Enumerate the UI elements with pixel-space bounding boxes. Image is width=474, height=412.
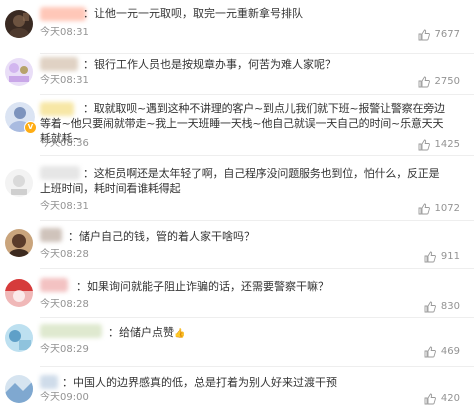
comment-text: ：如果询问就能子阻止诈骗的话，还需要警察干嘛？ [76,280,329,293]
comment-item: ：中国人的边界感真的低，总是打着为别人好来过渡干预 今天09:00 420 [0,372,474,412]
like-count: 1072 [434,203,460,214]
comment-item: ：这柜员啊还是太年轻了啊，自己程序没问题服务也到位，怕什么，反正是上班时间，耗时… [0,163,474,222]
comment-time: 今天08:36 [40,138,89,149]
avatar[interactable]: V [5,102,37,134]
comment-time: 今天08:28 [40,249,89,260]
comment-feed: ：让他一元一元取呗，取完一元重新拿号排队 今天08:31 7677 ：银行工作人… [0,0,474,412]
avatar[interactable] [5,324,33,352]
comment-item: ：储户自己的钱，管的着人家干啥吗？ 今天08:28 911 [0,225,474,269]
avatar[interactable] [5,279,33,307]
avatar[interactable] [5,169,33,197]
like-button[interactable]: 7677 [418,29,460,41]
like-count: 2750 [434,76,460,87]
thumbs-up-icon [424,301,436,313]
avatar-image [5,324,33,352]
like-button[interactable]: 2750 [418,76,460,88]
avatar-image [5,10,33,38]
avatar-image [5,279,33,307]
like-count: 830 [440,301,460,312]
comment-text-row: ：给储户点赞👍 [40,325,460,342]
comment-time: 今天08:29 [40,344,89,355]
comment-time: 今天09:00 [40,392,89,403]
like-count: 911 [440,251,460,262]
avatar[interactable] [5,375,33,403]
comment-text: ：这柜员啊还是太年轻了啊，自己程序没问题服务也到位，怕什么，反正是上班时间，耗时… [40,167,440,195]
like-count: 1425 [434,139,460,150]
comment-item: ：如果询问就能子阻止诈骗的话，还需要警察干嘛？ 今天08:28 830 [0,275,474,318]
thumbs-up-icon [424,346,436,358]
like-button[interactable]: 1425 [418,139,460,151]
divider [40,268,474,269]
avatar-image [5,229,33,257]
like-button[interactable]: 469 [424,346,460,358]
comment-item: ：银行工作人员也是按规章办事，何苦为难人家呢？ 今天08:31 2750 [0,54,474,95]
thumbs-up-icon [424,393,436,405]
like-button[interactable]: 420 [424,393,460,405]
avatar[interactable] [5,58,33,86]
avatar-image [5,58,33,86]
avatar-image [5,375,33,403]
comment-time: 今天08:31 [40,75,89,86]
comment-text: ：给储户点赞 [108,326,174,339]
like-button[interactable]: 911 [424,251,460,263]
thumbs-up-emoji-icon: 👍 [174,329,186,339]
avatar[interactable] [5,229,33,257]
thumbs-up-icon [418,139,430,151]
comment-text: ：银行工作人员也是按规章办事，何苦为难人家呢？ [83,58,336,71]
verified-badge-icon: V [24,121,37,134]
divider [40,94,474,95]
avatar[interactable] [5,10,33,38]
comment-item: ：给储户点赞👍 今天08:29 469 [0,321,474,367]
like-button[interactable]: 830 [424,301,460,313]
comment-time: 今天08:31 [40,27,89,38]
like-count: 7677 [434,29,460,40]
comment-time: 今天08:31 [40,201,89,212]
comment-text: ：储户自己的钱，管的着人家干啥吗？ [68,230,255,243]
divider [40,317,474,318]
comment-text: ：取就取呗~遇到这种不讲理的客户~到点儿我们就下班~报警让警察在旁边等着~他只要… [40,102,445,145]
thumbs-up-icon [418,29,430,41]
comment-text: ：让他一元一元取呗，取完一元重新拿号排队 [83,7,303,20]
like-count: 420 [440,393,460,404]
avatar-image [5,169,33,197]
divider [40,220,474,221]
comment-time: 今天08:28 [40,299,89,310]
like-button[interactable]: 1072 [418,203,460,215]
comment-text: ：中国人的边界感真的低，总是打着为别人好来过渡干预 [62,376,337,389]
divider [40,366,474,367]
comment-item: ：让他一元一元取呗，取完一元重新拿号排队 今天08:31 7677 [0,4,474,54]
like-count: 469 [440,346,460,357]
thumbs-up-icon [424,251,436,263]
divider [40,155,474,156]
comment-item: V ：取就取呗~遇到这种不讲理的客户~到点儿我们就下班~报警让警察在旁边等着~他… [0,96,474,156]
thumbs-up-icon [418,76,430,88]
thumbs-up-icon [418,203,430,215]
